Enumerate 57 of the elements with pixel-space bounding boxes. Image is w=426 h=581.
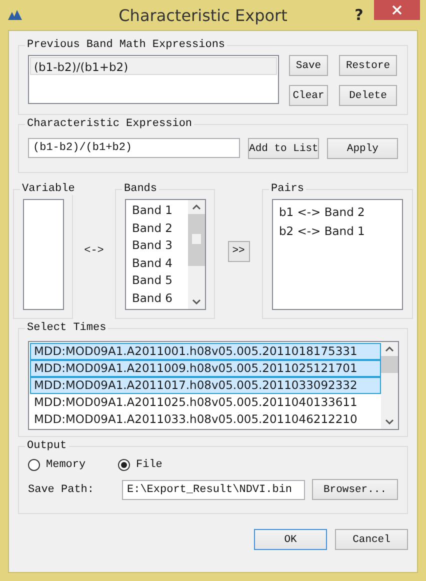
scrollbar[interactable] [381,342,398,429]
list-item[interactable]: Band 3 [129,237,188,254]
times-list[interactable] [28,341,399,430]
list-item[interactable]: b1 <-> Band 2 [276,203,402,222]
group-title: Previous Band Math Expressions [26,39,226,51]
help-button[interactable]: ? [344,6,374,24]
group-title: Characteristic Expression [26,118,194,130]
browse-button[interactable]: Browser... [312,479,398,500]
radio-label: Memory [46,459,86,471]
list-item[interactable]: Band 1 [129,202,188,220]
group-title: Select Times [26,322,108,334]
expression-field[interactable]: (b1-b2)/(b1+b2) [28,138,240,158]
group-title: Pairs [270,183,306,195]
time-item[interactable]: MDD:MOD09A1.A2011025.h08v05.005.2011040133611 [30,394,381,411]
save-path-label: Save Path: [28,484,96,496]
action-button[interactable]: Save [289,55,328,76]
dialog-button[interactable]: OK [254,529,327,550]
action-button[interactable]: Add to List [248,138,320,159]
time-item[interactable]: MDD:MOD09A1.A2011033.h08v05.005.2011046212210 [30,411,381,428]
variable-list[interactable] [23,199,64,310]
scroll-up-icon[interactable] [385,346,394,352]
window-title: Characteristic Export [118,6,288,24]
group-title: Variable [21,183,76,195]
action-button[interactable]: Restore [339,55,397,76]
action-button[interactable]: Clear [289,85,328,106]
action-button[interactable]: Delete [339,85,397,106]
scroll-up-icon[interactable] [192,204,201,210]
close-button[interactable] [374,0,420,20]
pairs-list[interactable]: b1 <-> Band 2 b2 <-> Band 1 [272,199,403,310]
list-item[interactable]: Band 2 [129,220,188,237]
scroll-thumb[interactable] [381,356,398,373]
radio-label: File [136,459,162,471]
radio-button[interactable] [118,459,130,471]
scroll-down-icon[interactable] [385,419,394,425]
group-title: Output [26,440,68,452]
app-logo-icon [8,10,22,20]
action-button[interactable]: Apply [327,138,398,159]
scroll-thumb[interactable] [188,214,205,266]
link-symbol: <-> [84,245,104,257]
scroll-down-icon[interactable] [192,299,201,305]
close-icon [392,5,402,15]
list-item[interactable]: Band 5 [129,272,188,290]
group-title: Bands [123,183,158,195]
save-path-field[interactable]: E:\Export_Result\NDVI.bin [122,480,305,500]
list-item[interactable]: Band 4 [129,254,188,272]
time-item[interactable]: MDD:MOD09A1.A2011001.h08v05.005.2011018175331 [30,343,381,360]
expression-list[interactable]: (b1-b2)/(b1+b2) [28,55,279,104]
move-button[interactable]: >> [228,240,250,262]
scrollbar[interactable] [188,200,205,309]
dialog-button[interactable]: Cancel [335,529,408,550]
list-item[interactable]: Band 6 [129,290,188,307]
bands-list[interactable]: Band 1 Band 2 Band 3 Band 4 Band 5 Band 6 [125,199,206,310]
time-item[interactable]: MDD:MOD09A1.A2011017.h08v05.005.2011033092332 [30,377,381,394]
time-item[interactable]: MDD:MOD09A1.A2011009.h08v05.005.2011025121701 [30,360,381,377]
radio-button[interactable] [28,459,40,471]
list-item[interactable]: (b1-b2)/(b1+b2) [30,57,277,75]
list-item[interactable]: b2 <-> Band 1 [276,222,402,241]
